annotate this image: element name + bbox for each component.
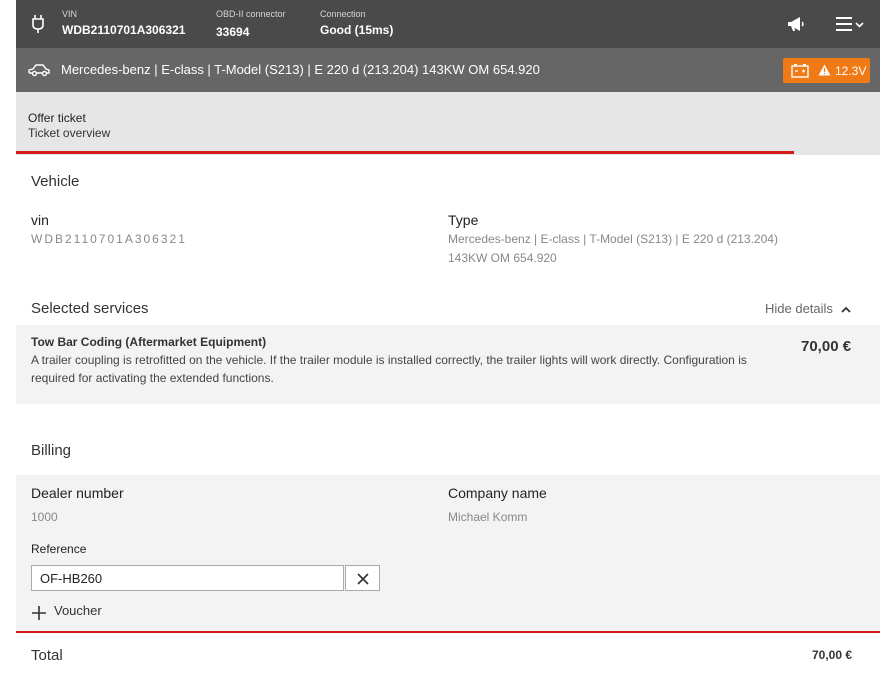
plus-icon xyxy=(32,606,46,620)
reference-label: Reference xyxy=(31,542,87,556)
page: VIN WDB2110701A306321 OBD-II connector 3… xyxy=(0,0,883,687)
warning-icon xyxy=(818,64,831,76)
close-icon xyxy=(357,573,369,585)
vin-value: WDB2110701A306321 xyxy=(62,23,186,37)
hide-details-toggle[interactable]: Hide details xyxy=(765,301,851,316)
vin-label: VIN xyxy=(62,9,78,19)
dealer-number-label: Dealer number xyxy=(31,485,124,501)
type-field-label: Type xyxy=(448,212,479,228)
vehicle-bar: Mercedes-benz | E-class | T-Model (S213)… xyxy=(16,48,880,92)
service-price: 70,00 € xyxy=(801,338,852,355)
app-frame: VIN WDB2110701A306321 OBD-II connector 3… xyxy=(16,0,880,687)
billing-section-title: Billing xyxy=(31,442,72,459)
obd-plug-icon xyxy=(32,15,44,33)
company-name-value: Michael Komm xyxy=(448,510,528,524)
services-section-title: Selected services xyxy=(31,300,149,317)
vin-field-label: vin xyxy=(31,212,49,228)
type-field-value-line2: 143KW OM 654.920 xyxy=(448,251,557,265)
top-bar: VIN WDB2110701A306321 OBD-II connector 3… xyxy=(16,0,880,48)
service-name: Tow Bar Coding (Aftermarket Equipment) xyxy=(31,335,267,349)
clear-reference-button[interactable] xyxy=(345,565,380,591)
breadcrumb-subtitle: Ticket overview xyxy=(28,126,111,140)
progress-bar xyxy=(16,151,794,154)
divider-line xyxy=(16,631,880,633)
service-item: Tow Bar Coding (Aftermarket Equipment) A… xyxy=(16,325,880,404)
vin-field-value: WDB2110701A306321 xyxy=(31,232,187,246)
dealer-number-value: 1000 xyxy=(31,510,58,524)
reference-field xyxy=(31,565,381,593)
breadcrumb-title: Offer ticket xyxy=(28,111,86,125)
reference-input[interactable] xyxy=(31,565,344,591)
breadcrumb: Offer ticket Ticket overview xyxy=(16,92,880,155)
hamburger-menu-icon[interactable] xyxy=(834,15,868,33)
type-field-value-line1: Mercedes-benz | E-class | T-Model (S213)… xyxy=(448,232,778,246)
total-label: Total xyxy=(31,647,63,664)
vin-field: VIN WDB2110701A306321 xyxy=(62,9,185,38)
connection-label: Connection xyxy=(320,9,366,19)
voucher-label: Voucher xyxy=(54,603,102,618)
obd-value: 33694 xyxy=(216,25,250,39)
chevron-down-icon xyxy=(855,22,864,28)
company-name-label: Company name xyxy=(448,485,547,501)
service-description: A trailer coupling is retrofitted on the… xyxy=(31,353,747,385)
hide-details-label: Hide details xyxy=(765,301,833,316)
vehicle-section-title: Vehicle xyxy=(31,173,80,190)
battery-icon xyxy=(791,64,809,78)
connection-value: Good (15ms) xyxy=(320,23,394,37)
chevron-up-icon xyxy=(840,306,851,313)
vehicle-description: Mercedes-benz | E-class | T-Model (S213)… xyxy=(61,62,540,77)
car-icon xyxy=(28,64,50,77)
obd-label: OBD-II connector xyxy=(216,9,286,19)
total-value: 70,00 € xyxy=(812,648,853,662)
battery-status-badge[interactable]: 12.3V xyxy=(783,58,870,83)
megaphone-icon[interactable] xyxy=(786,14,806,34)
battery-voltage: 12.3V xyxy=(835,64,867,78)
